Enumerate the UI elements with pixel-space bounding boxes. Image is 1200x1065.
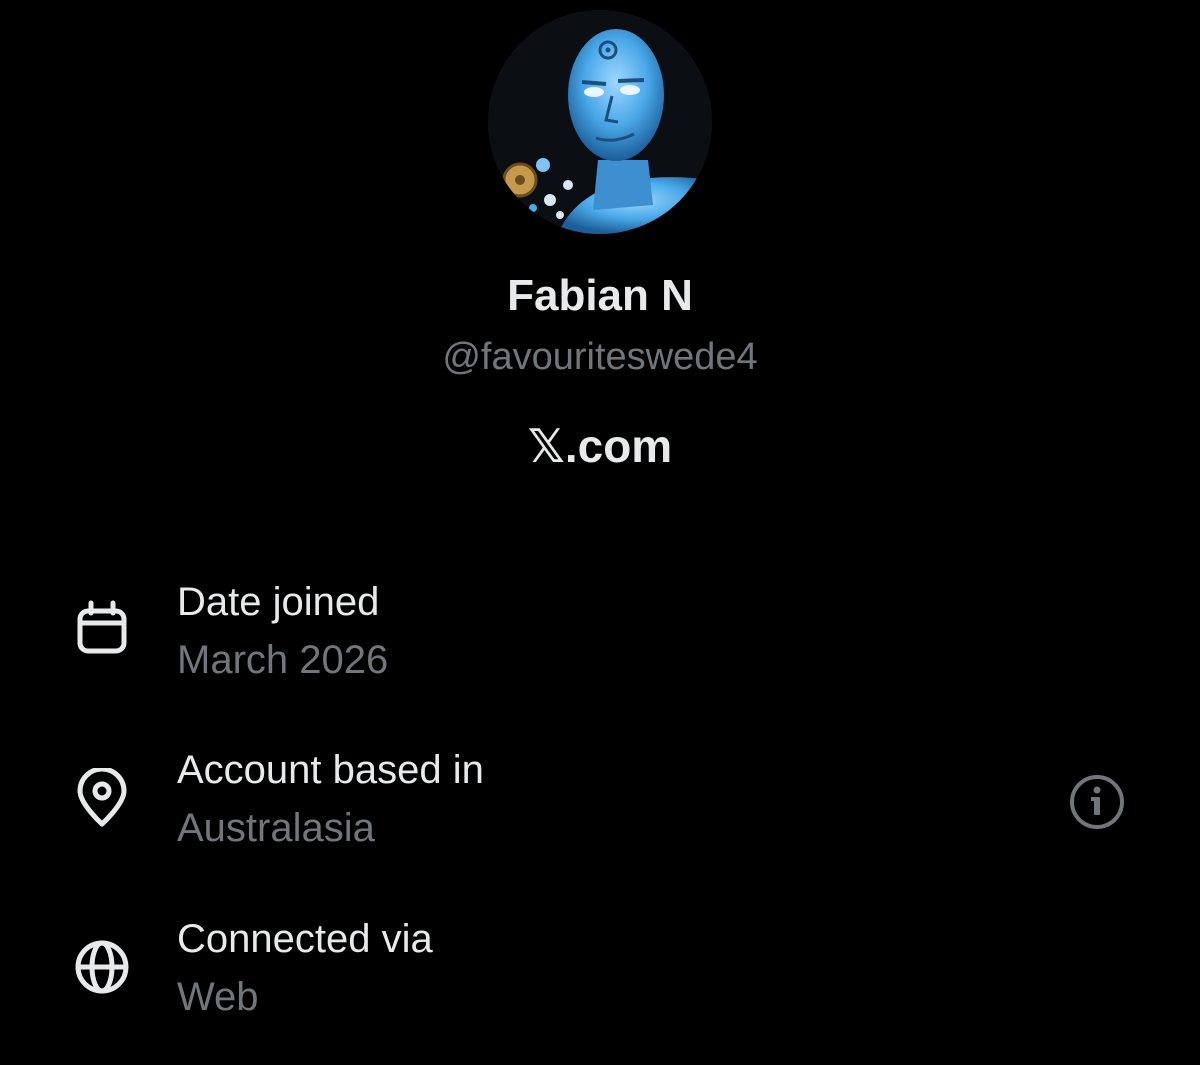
globe-icon [72,937,132,997]
info-value-date-joined: March 2026 [177,638,389,682]
info-value-connected-via: Web [177,975,259,1019]
info-row-account-based-in: Account based in Australasia [0,746,1200,876]
info-row-date-joined: Date joined March 2026 [0,578,1200,708]
location-pin-icon [72,768,132,828]
avatar-image [488,10,712,234]
info-label-date-joined: Date joined [177,580,380,624]
info-row-connected-via: Connected via Web [0,915,1200,1045]
profile-display-name: Fabian N [507,271,693,320]
info-value-account-based-in: Australasia [177,806,375,850]
account-location-info-button[interactable] [1068,773,1126,831]
platform-label: 𝕏.com [527,420,673,472]
info-icon [1070,775,1124,829]
info-label-account-based-in: Account based in [177,748,484,792]
calendar-icon [72,598,132,658]
profile-handle: @favouriteswede4 [442,336,758,378]
profile-avatar[interactable] [488,10,712,234]
info-label-connected-via: Connected via [177,917,433,961]
